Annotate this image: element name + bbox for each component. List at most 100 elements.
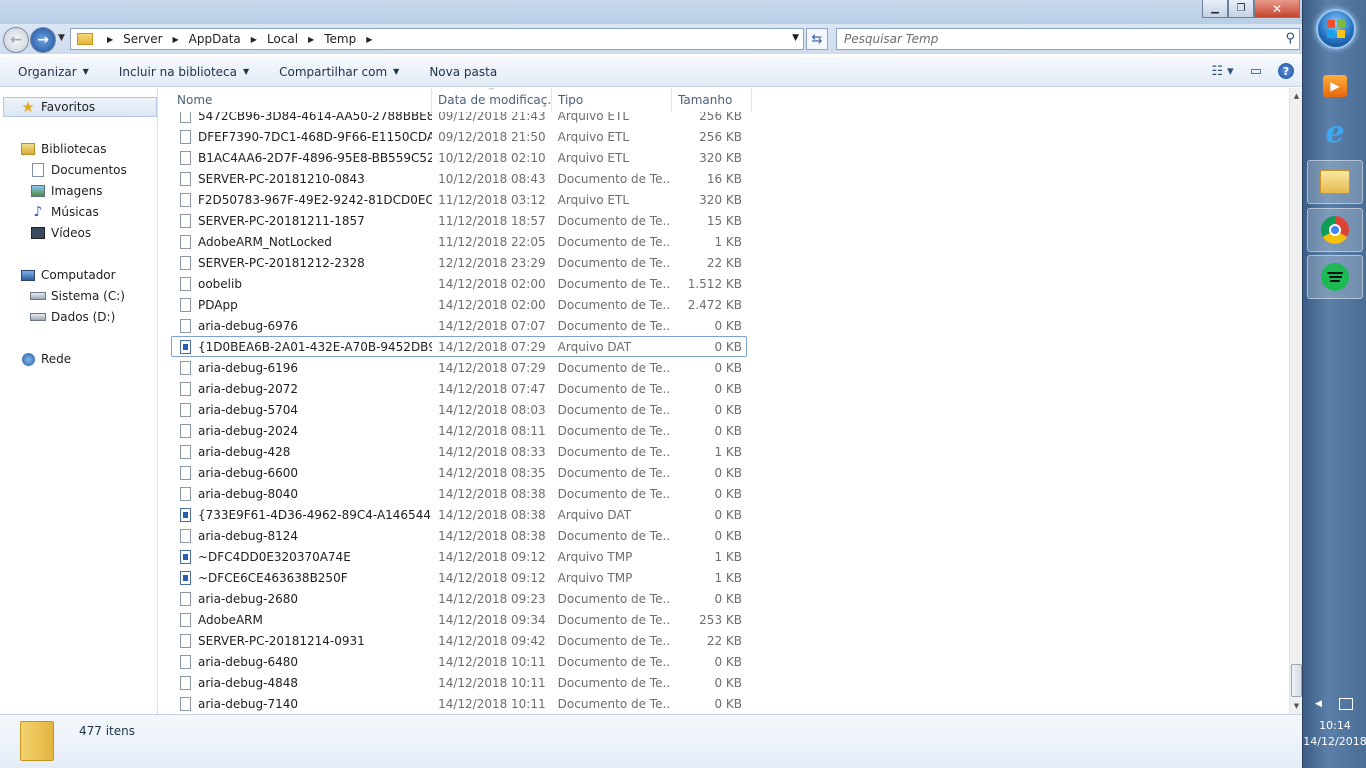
file-row[interactable]: aria-debug-2680 14/12/2018 09:23 Documento… [171,588,747,609]
breadcrumb-separator-icon[interactable]: ▶ [107,35,113,44]
refresh-button[interactable]: ⇆ [806,28,828,50]
breadcrumb-temp[interactable]: Temp [324,32,356,46]
file-type: Documento de Te... [557,360,672,375]
breadcrumb-separator-icon[interactable]: ▶ [308,35,314,44]
file-row[interactable]: aria-debug-6196 14/12/2018 07:29 Documento… [171,357,747,378]
address-dropdown-icon[interactable]: ▼ [792,33,799,43]
file-row[interactable]: B1AC4AA6-2D7F-4896-95E8-BB559C5234... 10/… [171,147,747,168]
file-row[interactable]: aria-debug-428 14/12/2018 08:33 Documento … [171,441,747,462]
drive-icon [30,292,46,300]
search-input[interactable] [844,32,1264,46]
taskbar-media-player[interactable]: ▶ [1307,64,1363,108]
nav-favorites[interactable]: ★ Favoritos [3,97,157,117]
file-row[interactable]: aria-debug-5704 14/12/2018 08:03 Documento… [171,399,747,420]
breadcrumb-appdata[interactable]: AppData [189,32,241,46]
preview-pane-icon[interactable]: ▭ [1250,64,1262,79]
images-icon [31,185,45,197]
file-row[interactable]: DFEF7390-7DC1-468D-9F66-E1150CDAB3... 09/… [171,126,747,147]
column-type[interactable]: Tipo [552,88,672,112]
file-name: aria-debug-6480 [198,654,299,669]
computer-icon [21,269,35,281]
file-date: 14/12/2018 08:38 [438,507,546,522]
scroll-thumb[interactable] [1291,664,1302,697]
file-row[interactable]: F2D50783-967F-49E2-9242-81DCD0EC481... 11… [171,189,747,210]
chevron-down-icon: ▼ [393,67,400,76]
file-row[interactable]: aria-debug-2024 14/12/2018 08:11 Documento… [171,420,747,441]
file-row[interactable]: aria-debug-7140 14/12/2018 10:11 Documento… [171,693,747,714]
file-size: 0 KB [714,360,742,375]
nav-images[interactable]: Imagens [30,181,102,201]
help-button[interactable]: ? [1278,63,1294,79]
network-status-icon[interactable] [1339,698,1353,710]
nav-computer[interactable]: Computador [20,265,116,285]
nav-label: Favoritos [41,100,96,114]
breadcrumb-local[interactable]: Local [267,32,298,46]
new-folder-button[interactable]: Nova pasta [429,65,497,79]
share-with-button[interactable]: Compartilhar com ▼ [279,65,399,79]
minimize-button[interactable]: ▁ [1202,0,1228,18]
breadcrumb-separator-icon[interactable]: ▶ [366,35,372,44]
recent-pages-dropdown[interactable]: ▼ [58,33,65,43]
file-row[interactable]: SERVER-PC-20181211-1857 11/12/2018 18:57 D… [171,210,747,231]
file-row[interactable]: ~DFC4DD0E320370A74E 14/12/2018 09:12 Arqui… [171,546,747,567]
clock[interactable]: 10:14 14/12/2018 [1303,718,1366,750]
back-button[interactable]: ← [3,27,29,53]
breadcrumb-separator-icon[interactable]: ▶ [173,35,179,44]
file-size: 0 KB [714,528,742,543]
taskbar-chrome[interactable] [1307,208,1363,252]
text-file-icon [180,381,191,396]
view-options-icon[interactable]: ☷ ▾ [1211,64,1233,79]
close-button[interactable]: ✕ [1254,0,1300,18]
file-row[interactable]: aria-debug-8124 14/12/2018 08:38 Documento… [171,525,747,546]
taskbar-internet-explorer[interactable]: e [1307,110,1363,154]
address-bar[interactable]: ▶ Server ▶ AppData ▶ Local ▶ Temp ▶ ▼ [70,28,804,50]
search-icon[interactable]: ⚲ [1285,31,1295,46]
text-file-icon [180,633,191,648]
file-row[interactable]: aria-debug-2072 14/12/2018 07:47 Documento… [171,378,747,399]
file-row[interactable]: AdobeARM 14/12/2018 09:34 Documento de Te.… [171,609,747,630]
file-row[interactable]: {1D0BEA6B-2A01-432E-A70B-9452DB93B... 14/… [171,336,747,357]
file-row[interactable]: oobelib 14/12/2018 02:00 Documento de Te..… [171,273,747,294]
file-row[interactable]: AdobeARM_NotLocked 11/12/2018 22:05 Docume… [171,231,747,252]
file-date: 14/12/2018 09:23 [438,591,546,606]
include-library-button[interactable]: Incluir na biblioteca ▼ [119,65,249,79]
breadcrumb-server[interactable]: Server [123,32,162,46]
share-with-label: Compartilhar com [279,64,388,79]
taskbar-explorer[interactable] [1307,160,1363,204]
file-row[interactable]: aria-debug-6600 14/12/2018 08:35 Documento… [171,462,747,483]
file-row[interactable]: aria-debug-6976 14/12/2018 07:07 Documento… [171,315,747,336]
taskbar-spotify[interactable] [1307,255,1363,299]
file-row[interactable]: SERVER-PC-20181214-0931 14/12/2018 09:42 D… [171,630,747,651]
file-row[interactable]: ~DFCE6CE463638B250F 14/12/2018 09:12 Arqui… [171,567,747,588]
show-hidden-icons-icon[interactable]: ◀ [1315,699,1322,709]
nav-drive-d[interactable]: Dados (D:) [30,307,115,327]
nav-network[interactable]: Rede [20,349,71,369]
organize-menu-button[interactable]: Organizar ▼ [18,65,89,79]
breadcrumb-separator-icon[interactable]: ▶ [251,35,257,44]
column-size[interactable]: Tamanho [672,88,752,112]
file-row[interactable]: {733E9F61-4D36-4962-89C4-A1465443E30... 1… [171,504,747,525]
column-name[interactable]: Nome [171,88,432,112]
maximize-button[interactable]: ❐ [1228,0,1254,18]
file-row[interactable]: PDApp 14/12/2018 02:00 Documento de Te... 2… [171,294,747,315]
nav-libraries[interactable]: Bibliotecas [20,139,106,159]
file-row[interactable]: SERVER-PC-20181210-0843 10/12/2018 08:43 D… [171,168,747,189]
file-name: {733E9F61-4D36-4962-89C4-A1465443E30... [198,507,432,522]
file-type: Arquivo DAT [557,507,632,522]
file-row[interactable]: aria-debug-4848 14/12/2018 10:11 Documento… [171,672,747,693]
file-name: aria-debug-7140 [198,696,299,711]
search-box[interactable]: ⚲ [836,28,1300,50]
vertical-scrollbar[interactable]: ▲ ▼ [1289,88,1302,714]
forward-button[interactable]: → [30,27,56,53]
file-type: Documento de Te... [557,255,672,270]
title-bar[interactable]: ▁ ❐ ✕ [0,0,1302,24]
nav-drive-c[interactable]: Sistema (C:) [30,286,125,306]
file-row[interactable]: aria-debug-8040 14/12/2018 08:38 Documento… [171,483,747,504]
column-date[interactable]: ^ Data de modificaç... [432,88,552,112]
file-row[interactable]: aria-debug-6480 14/12/2018 10:11 Documento… [171,651,747,672]
nav-documents[interactable]: Documentos [30,160,127,180]
start-button[interactable] [1316,9,1356,49]
file-row[interactable]: SERVER-PC-20181212-2328 12/12/2018 23:29 D… [171,252,747,273]
nav-videos[interactable]: Vídeos [30,223,91,243]
nav-music[interactable]: ♪ Músicas [30,202,99,222]
